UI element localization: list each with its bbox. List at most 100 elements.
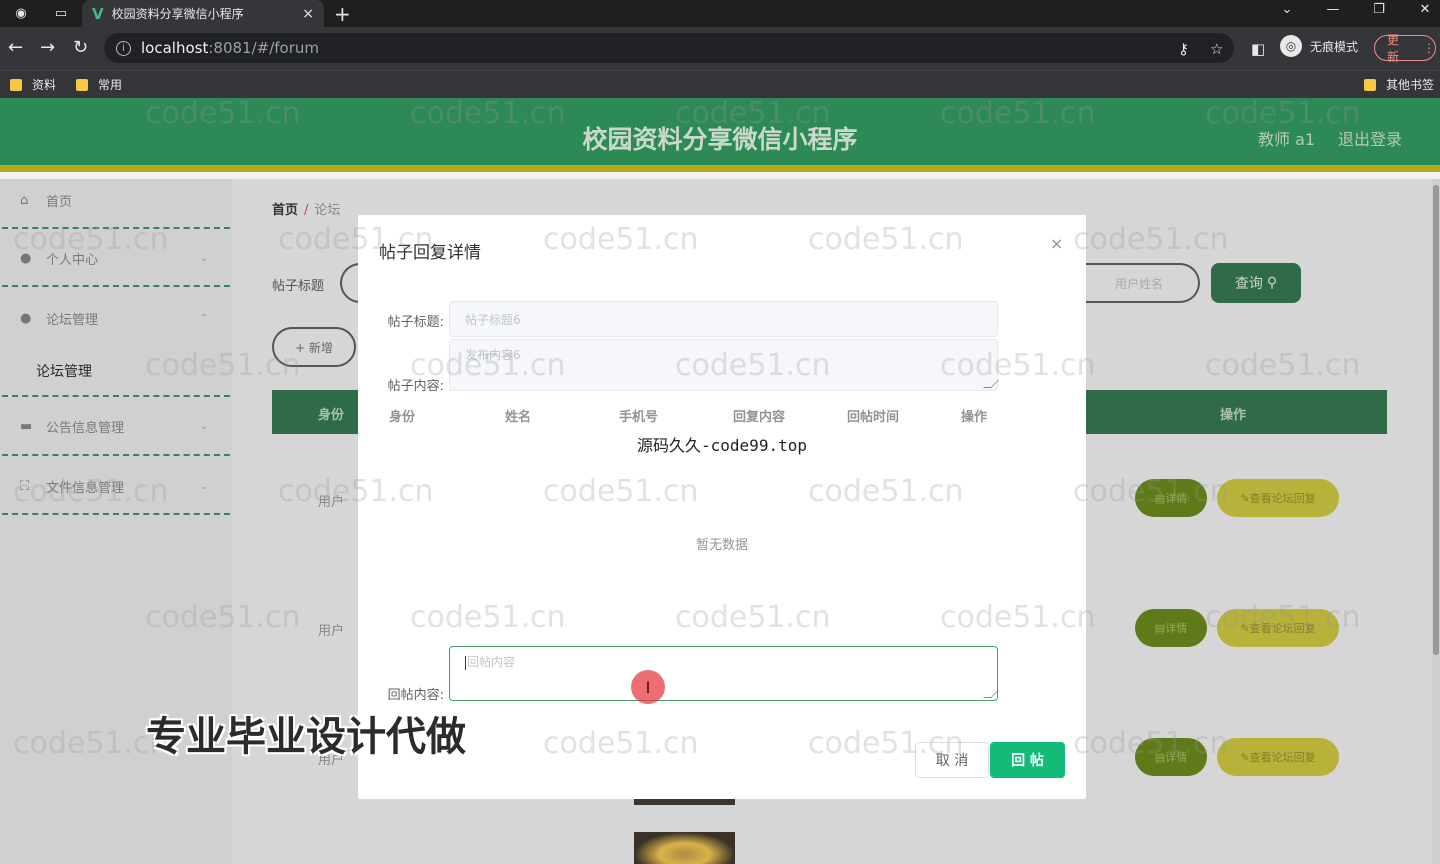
dialog-title: 帖子回复详情 — [379, 243, 481, 263]
reload-icon[interactable]: ↻ — [73, 37, 88, 58]
sidebar-subitem-forum[interactable]: 论坛管理 — [36, 361, 92, 381]
restore-icon[interactable]: ❐ — [1364, 2, 1394, 17]
sidebar-item-home[interactable]: ⌂ 首页 — [0, 191, 232, 210]
cancel-button[interactable]: 取 消 — [915, 742, 989, 778]
column-header-action: 操作 — [1220, 408, 1247, 423]
sidebar-divider — [2, 395, 230, 397]
sidepanel-icon[interactable]: ◧ — [1251, 40, 1265, 58]
breadcrumb: 首页 / 论坛 — [272, 199, 340, 218]
forward-icon[interactable]: → — [40, 37, 55, 58]
post-content-value: 发布内容6 — [465, 348, 521, 362]
tab-close-icon[interactable]: × — [302, 6, 314, 22]
folder-icon — [76, 78, 88, 91]
sidebar-item-forum[interactable]: ● 论坛管理 ⌃ — [0, 309, 232, 328]
query-button[interactable]: 查询 ⚲ — [1211, 263, 1301, 303]
site-info-icon[interactable]: i — [116, 40, 131, 56]
bookmarks-bar: 资料 常用 其他书签 — [0, 70, 1440, 98]
chevron-up-icon: ⌃ — [199, 313, 208, 324]
browser-menu-icon[interactable]: ◉ — [10, 3, 32, 23]
view-reply-label: 查看论坛回复 — [1249, 751, 1316, 764]
browser-tab[interactable]: V 校园资料分享微信小程序 × — [82, 0, 324, 27]
detail-label: 详情 — [1165, 492, 1188, 505]
post-title-field: 帖子标题6 — [449, 301, 998, 337]
star-icon[interactable]: ☆ — [1210, 40, 1223, 58]
search-icon: ⚲ — [1266, 275, 1278, 291]
row-role: 用户 — [318, 624, 345, 639]
sidebar-item-label: 公告信息管理 — [46, 421, 125, 436]
reply-placeholder: 回帖内容 — [467, 655, 516, 669]
site-title: 校园资料分享微信小程序 — [582, 125, 858, 154]
query-label: 查询 — [1234, 276, 1263, 292]
empty-data-text: 暂无数据 — [695, 538, 748, 553]
detail-button[interactable]: ▤ 详情 — [1135, 738, 1207, 776]
text-caret — [465, 655, 466, 670]
search-title-label: 帖子标题 — [272, 279, 325, 294]
incognito-label: 无痕模式 — [1310, 39, 1359, 54]
minimize-icon[interactable]: — — [1318, 2, 1348, 17]
other-bookmarks[interactable]: 其他书签 — [1364, 76, 1434, 93]
resize-handle-icon — [983, 690, 999, 698]
reply-content-input[interactable]: 回帖内容 — [449, 646, 999, 701]
bookmark-folder-changyong[interactable]: 常用 — [76, 76, 122, 93]
page-scrollbar-thumb[interactable] — [1433, 185, 1439, 655]
briefcase-icon: ▬ — [20, 419, 33, 434]
user-icon: ● — [20, 251, 32, 266]
reply-col-name: 姓名 — [505, 410, 532, 425]
detail-button[interactable]: ▤ 详情 — [1135, 609, 1207, 647]
incognito-indicator[interactable]: ◎ 无痕模式 — [1280, 35, 1358, 57]
post-title-label: 帖子标题: — [387, 315, 444, 330]
search-user-input[interactable]: 用户姓名 — [1080, 263, 1200, 303]
sidebar-divider — [2, 454, 230, 456]
reply-col-action: 操作 — [961, 410, 988, 425]
update-button[interactable]: 更新 ⋮ — [1374, 33, 1436, 64]
promo-watermark-text: 专业毕业设计代做 — [146, 714, 466, 760]
browser-tab-bar: ◉ ▭ V 校园资料分享微信小程序 × + ⌄ — ❐ ✕ — [0, 0, 1440, 27]
breadcrumb-separator: / — [304, 203, 309, 218]
logout-link[interactable]: 退出登录 — [1338, 126, 1402, 150]
tab-list-chevron-icon[interactable]: ⌄ — [1272, 2, 1302, 17]
reply-content-label: 回帖内容: — [387, 688, 444, 703]
reply-col-content: 回复内容 — [733, 410, 786, 425]
view-reply-button[interactable]: ✎ 查看论坛回复 — [1217, 479, 1339, 517]
sidebar-divider — [2, 513, 230, 515]
detail-label: 详情 — [1165, 751, 1188, 764]
chevron-down-icon: ⌄ — [199, 481, 208, 492]
address-bar: ← → ↻ i localhost:8081/#/forum ⚷ ☆ ◧ ◎ 无… — [0, 27, 1440, 70]
incognito-icon: ◎ — [1280, 35, 1302, 57]
sidebar-divider — [2, 227, 230, 229]
reply-col-time: 回帖时间 — [847, 410, 900, 425]
close-icon[interactable]: × — [1050, 234, 1063, 253]
file-icon: ⛶ — [20, 479, 30, 494]
sidebar-item-files[interactable]: ⛶ 文件信息管理 ⌄ — [0, 477, 232, 496]
detail-label: 详情 — [1165, 622, 1188, 635]
row-image — [634, 832, 735, 864]
sidebar-item-label: 文件信息管理 — [46, 481, 125, 496]
chevron-down-icon: ⌄ — [199, 253, 208, 264]
resize-handle-icon — [983, 380, 999, 388]
url-host: localhost — [141, 39, 209, 57]
breadcrumb-home[interactable]: 首页 — [272, 203, 298, 218]
reply-col-phone: 手机号 — [619, 410, 659, 425]
key-icon[interactable]: ⚷ — [1178, 40, 1189, 58]
window-close-icon[interactable]: ✕ — [1410, 2, 1440, 17]
user-icon: ● — [20, 311, 32, 326]
view-reply-label: 查看论坛回复 — [1249, 492, 1316, 505]
detail-button[interactable]: ▤ 详情 — [1135, 479, 1207, 517]
more-menu-icon: ⋮ — [1423, 41, 1435, 55]
bookmark-folder-ziliao[interactable]: 资料 — [10, 76, 56, 93]
site-header: 校园资料分享微信小程序 教师 a1 退出登录 — [0, 98, 1440, 172]
view-reply-button[interactable]: ✎ 查看论坛回复 — [1217, 609, 1339, 647]
sidebar-item-notice[interactable]: ▬ 公告信息管理 ⌄ — [0, 417, 232, 436]
sidebar-item-personal[interactable]: ● 个人中心 ⌄ — [0, 249, 232, 268]
url-path: :8081/#/forum — [208, 39, 319, 57]
url-input[interactable]: i localhost:8081/#/forum — [104, 33, 1234, 63]
tab-search-icon[interactable]: ▭ — [50, 3, 72, 23]
add-button[interactable]: + 新增 — [272, 327, 356, 367]
view-reply-button[interactable]: ✎ 查看论坛回复 — [1217, 738, 1339, 776]
submit-reply-button[interactable]: 回 帖 — [990, 742, 1065, 778]
reply-col-role: 身份 — [389, 410, 416, 425]
sidebar-item-label: 论坛管理 — [46, 313, 99, 328]
sidebar-item-label: 个人中心 — [46, 253, 99, 268]
new-tab-button[interactable]: + — [334, 2, 351, 26]
back-icon[interactable]: ← — [8, 37, 23, 58]
